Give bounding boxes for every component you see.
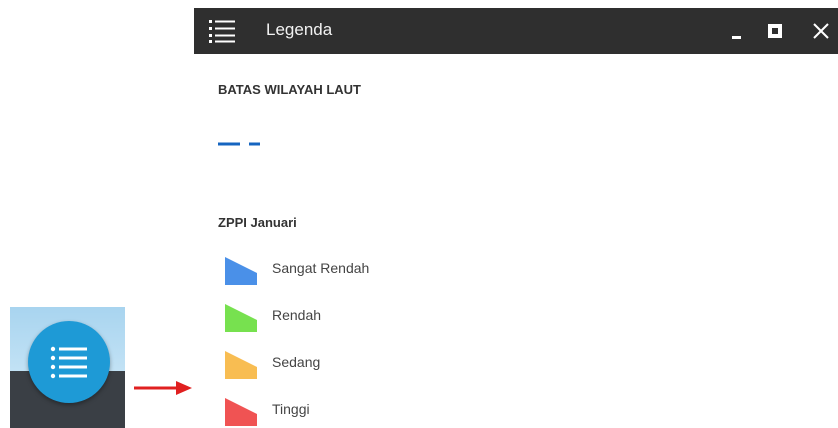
legend-list-icon <box>50 346 87 379</box>
legend-titlebar: Legenda <box>194 8 838 54</box>
legend-label: Sedang <box>272 354 321 370</box>
boundary-line-symbol <box>218 134 268 146</box>
legend-item-sedang: Sedang <box>224 347 524 381</box>
minimize-icon[interactable] <box>732 36 741 39</box>
swatch-rendah <box>225 304 257 332</box>
legend-item-rendah: Rendah <box>224 300 524 334</box>
legend-label: Sangat Rendah <box>272 260 370 276</box>
swatch-tinggi <box>225 398 257 426</box>
section-title-batas-wilayah-laut: BATAS WILAYAH LAUT <box>218 82 361 97</box>
maximize-icon[interactable] <box>768 24 782 38</box>
list-icon[interactable] <box>207 19 237 43</box>
arrow-right-icon <box>134 380 192 396</box>
legend-launcher-thumbnail <box>10 307 125 428</box>
swatch-sedang <box>225 351 257 379</box>
section-title-zppi-januari: ZPPI Januari <box>218 215 297 230</box>
legend-item-tinggi: Tinggi <box>224 394 524 428</box>
legend-panel: Legenda BATAS WILAYAH LAUT ZPPI Januari … <box>194 8 838 428</box>
close-icon[interactable] <box>812 22 830 40</box>
window-title: Legenda <box>266 20 333 39</box>
swatch-sangat-rendah <box>225 257 257 285</box>
legend-label: Rendah <box>272 307 322 323</box>
legend-fab-button[interactable] <box>28 321 110 403</box>
legend-item-sangat-rendah: Sangat Rendah <box>224 253 524 287</box>
legend-label: Tinggi <box>272 401 310 417</box>
